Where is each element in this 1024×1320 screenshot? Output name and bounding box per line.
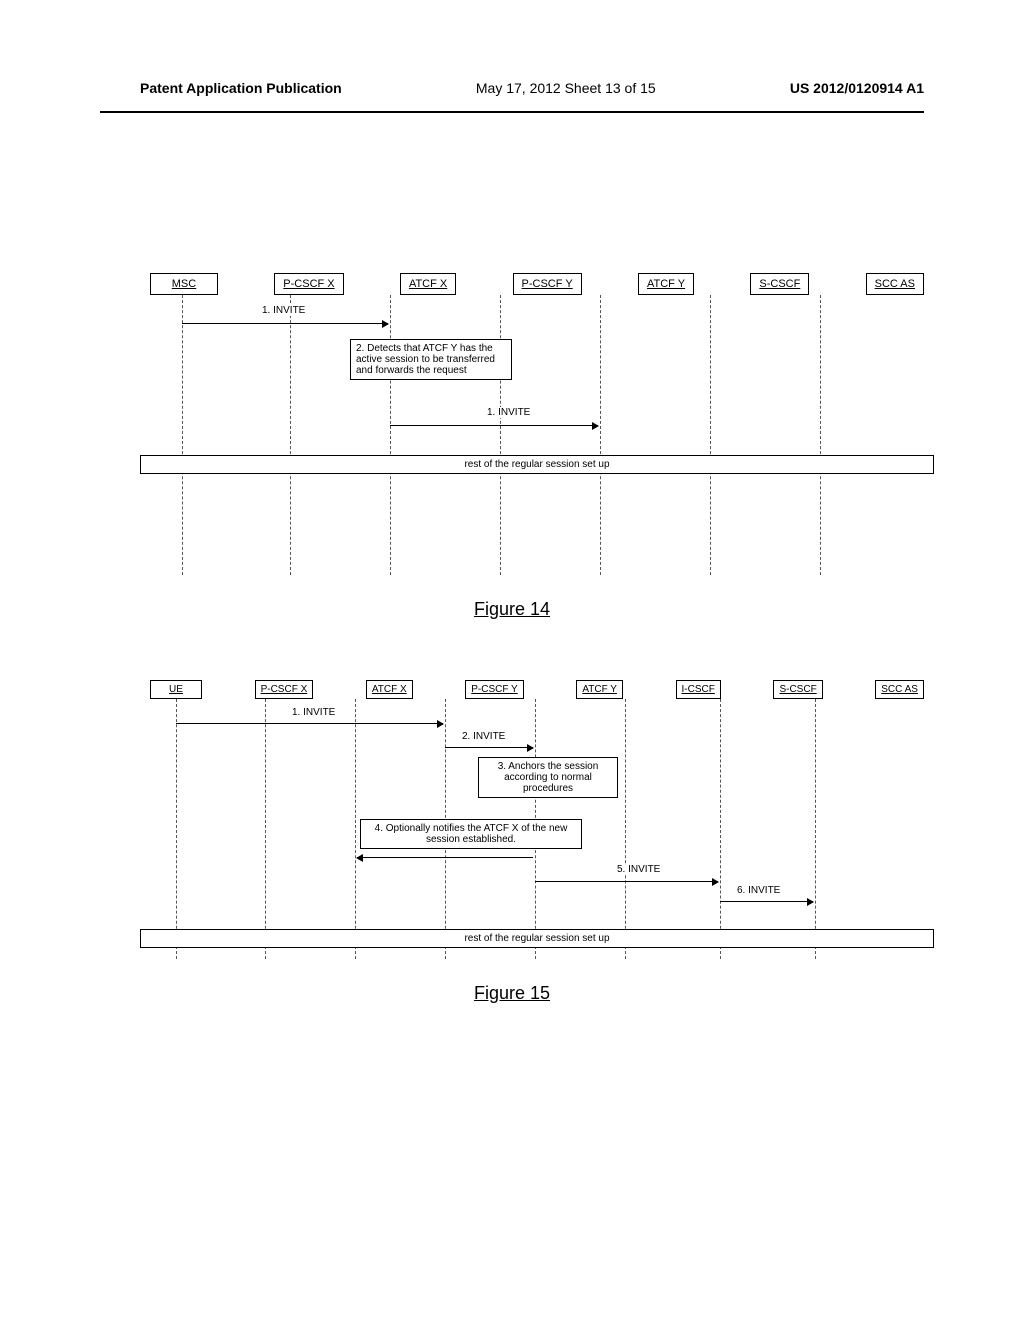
- fig15-entity-sccas: SCC AS: [875, 680, 924, 699]
- fig15-entity-pcscfy: P-CSCF Y: [465, 680, 524, 699]
- page-header: Patent Application Publication May 17, 2…: [0, 0, 1024, 106]
- fig15-seq: 1. INVITE 2. INVITE 3. Anchors the sessi…: [150, 699, 924, 959]
- fig15-arrow1: [176, 723, 443, 724]
- fig15-spanbox: rest of the regular session set up: [140, 929, 934, 948]
- fig15-arrow2: [445, 747, 533, 748]
- fig14-entity-atcfx: ATCF X: [400, 273, 456, 295]
- fig15-msg1-label: 1. INVITE: [290, 707, 337, 718]
- header-divider: [100, 111, 924, 113]
- fig14-arrow1: [182, 323, 388, 324]
- fig14-entity-atcfy: ATCF Y: [638, 273, 694, 295]
- fig14-msg1-label: 1. INVITE: [260, 305, 307, 316]
- fig15-arrow5: [535, 881, 718, 882]
- fig14-seq: 1. INVITE 2. Detects that ATCF Y has the…: [150, 295, 924, 575]
- fig15-arrow4: [357, 857, 533, 858]
- fig14-entity-sccas: SCC AS: [866, 273, 924, 295]
- header-pubnum: US 2012/0120914 A1: [790, 80, 924, 96]
- header-publication: Patent Application Publication: [140, 80, 342, 96]
- fig14-entity-pcscfy: P-CSCF Y: [513, 273, 582, 295]
- fig15-entities: UE P-CSCF X ATCF X P-CSCF Y ATCF Y I-CSC…: [150, 680, 924, 699]
- fig15-arrow6: [720, 901, 813, 902]
- fig14-entity-pcscfx: P-CSCF X: [274, 273, 343, 295]
- fig15-entity-scscf: S-CSCF: [773, 680, 822, 699]
- fig15-entity-atcfy: ATCF Y: [576, 680, 623, 699]
- fig15-note4: 4. Optionally notifies the ATCF X of the…: [360, 819, 582, 849]
- fig14-spanbox: rest of the regular session set up: [140, 455, 934, 474]
- figure-14: MSC P-CSCF X ATCF X P-CSCF Y ATCF Y S-CS…: [150, 273, 924, 575]
- fig14-arrow3: [390, 425, 598, 426]
- figure-15: UE P-CSCF X ATCF X P-CSCF Y ATCF Y I-CSC…: [150, 680, 924, 959]
- fig15-msg2-label: 2. INVITE: [460, 731, 507, 742]
- fig14-caption: Figure 14: [0, 599, 1024, 620]
- fig15-caption: Figure 15: [0, 983, 1024, 1004]
- fig14-note2: 2. Detects that ATCF Y has the active se…: [350, 339, 512, 380]
- header-date-sheet: May 17, 2012 Sheet 13 of 15: [476, 80, 656, 96]
- fig14-entity-msc: MSC: [150, 273, 218, 295]
- fig14-msg3-label: 1. INVITE: [485, 407, 532, 418]
- fig15-msg5-label: 5. INVITE: [615, 864, 662, 875]
- fig15-note3: 3. Anchors the session according to norm…: [478, 757, 618, 798]
- fig15-entity-icscf: I-CSCF: [676, 680, 721, 699]
- fig14-entity-scscf: S-CSCF: [750, 273, 809, 295]
- fig15-entity-ue: UE: [150, 680, 202, 699]
- fig15-entity-atcfx: ATCF X: [366, 680, 413, 699]
- fig15-entity-pcscfx: P-CSCF X: [255, 680, 314, 699]
- fig14-entities: MSC P-CSCF X ATCF X P-CSCF Y ATCF Y S-CS…: [150, 273, 924, 295]
- fig15-msg6-label: 6. INVITE: [735, 885, 782, 896]
